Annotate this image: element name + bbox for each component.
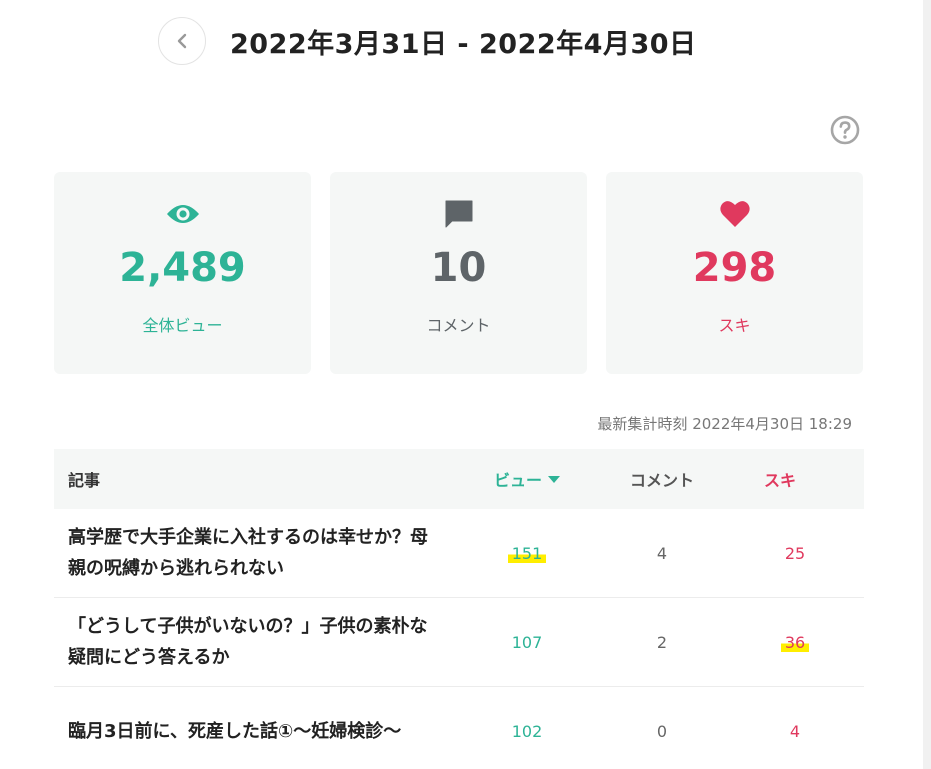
total-likes-value: 298 (692, 245, 777, 291)
chevron-left-icon (177, 33, 187, 49)
last-updated-time: 最新集計時刻 2022年4月30日 18:29 (597, 415, 852, 433)
header-comments-sort[interactable]: コメント (598, 467, 726, 491)
article-views: 151 (507, 543, 547, 563)
header-article: 記事 (68, 471, 101, 490)
header-likes-sort[interactable]: スキ (726, 467, 864, 491)
help-icon (830, 115, 860, 145)
total-comments-label: コメント (426, 316, 491, 335)
articles-table: 記事 ビュー コメント スキ 高学歴で大手企業に入社するのは幸せか？母親の呪縛か… (54, 449, 864, 769)
scrollbar-track[interactable] (923, 0, 931, 769)
comments-card: 10 コメント (330, 172, 587, 374)
table-row[interactable]: 臨月3日前に、死産した話①～妊婦検診～ 102 0 4 (54, 687, 864, 769)
previous-period-button[interactable] (158, 17, 206, 65)
article-comments: 4 (656, 543, 668, 563)
header-views-sort[interactable]: ビュー (456, 467, 598, 491)
table-row[interactable]: 高学歴で大手企業に入社するのは幸せか？母親の呪縛から逃れられない 151 4 2… (54, 509, 864, 598)
article-title[interactable]: 「どうして子供がいないの？」子供の素朴な疑問にどう答えるか (54, 611, 456, 673)
summary-cards: 2,489 全体ビュー 10 コメント 298 スキ (54, 172, 863, 374)
total-views-label: 全体ビュー (142, 316, 223, 335)
date-range-title: 2022年3月31日 - 2022年4月30日 (230, 28, 697, 60)
article-title[interactable]: 高学歴で大手企業に入社するのは幸せか？母親の呪縛から逃れられない (54, 522, 456, 584)
comment-icon (445, 200, 472, 228)
likes-card: 298 スキ (606, 172, 863, 374)
article-likes: 4 (789, 722, 801, 741)
article-views: 102 (511, 722, 543, 741)
article-views: 107 (511, 632, 543, 652)
article-likes: 25 (784, 543, 806, 563)
article-likes: 36 (780, 632, 810, 652)
article-comments: 0 (656, 722, 668, 741)
article-title[interactable]: 臨月3日前に、死産した話①～妊婦検診～ (54, 716, 456, 747)
header-views-label: ビュー (493, 471, 542, 490)
help-button[interactable] (829, 114, 861, 146)
total-likes-label: スキ (718, 316, 751, 335)
heart-icon (719, 201, 750, 227)
sort-down-icon (548, 475, 560, 483)
article-comments: 2 (656, 632, 668, 652)
table-row[interactable]: 「どうして子供がいないの？」子供の素朴な疑問にどう答えるか 107 2 36 (54, 598, 864, 687)
table-header: 記事 ビュー コメント スキ (54, 449, 864, 509)
total-comments-value: 10 (430, 245, 487, 291)
views-card: 2,489 全体ビュー (54, 172, 311, 374)
eye-icon (166, 205, 199, 223)
period-header: 2022年3月31日 - 2022年4月30日 (158, 17, 697, 65)
total-views-value: 2,489 (119, 245, 246, 291)
